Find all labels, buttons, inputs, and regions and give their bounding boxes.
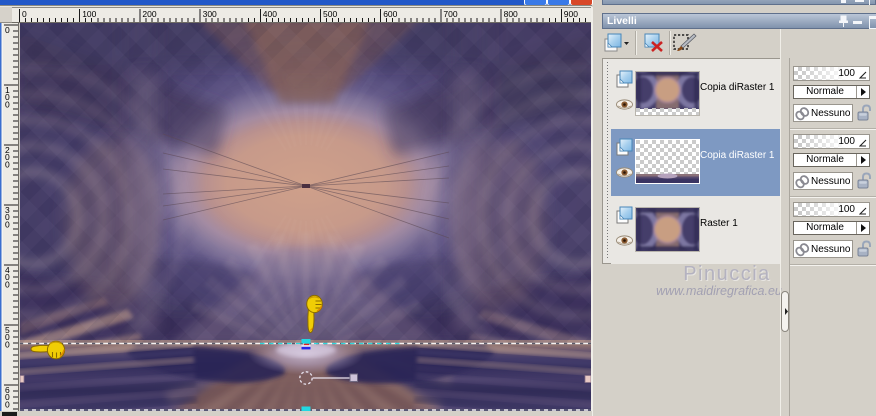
svg-text:300: 300 — [203, 9, 217, 19]
svg-text:200: 200 — [142, 9, 156, 19]
svg-text:0: 0 — [5, 159, 10, 169]
svg-text:0: 0 — [5, 99, 10, 109]
svg-text:600: 600 — [383, 9, 397, 19]
svg-text:0: 0 — [5, 25, 10, 35]
svg-text:900: 900 — [564, 9, 578, 19]
svg-text:500: 500 — [323, 9, 337, 19]
svg-text:100: 100 — [82, 9, 96, 19]
svg-text:0: 0 — [5, 399, 10, 409]
svg-text:800: 800 — [504, 9, 518, 19]
svg-text:700: 700 — [443, 9, 457, 19]
svg-text:0: 0 — [5, 339, 10, 349]
svg-text:0: 0 — [22, 9, 27, 19]
svg-text:0: 0 — [5, 219, 10, 229]
svg-text:0: 0 — [5, 279, 10, 289]
svg-text:400: 400 — [263, 9, 277, 19]
